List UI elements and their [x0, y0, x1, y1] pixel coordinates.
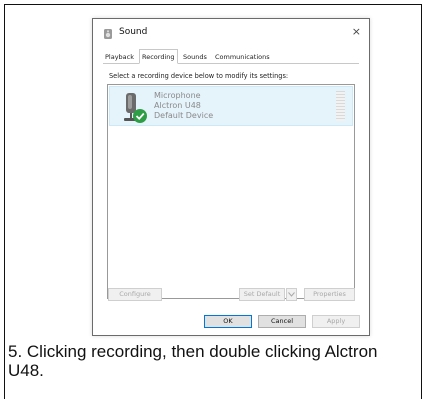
tab-strip: Playback Recording Sounds Communications [103, 49, 359, 64]
tab-playback[interactable]: Playback [103, 51, 136, 63]
properties-button[interactable]: Properties [304, 288, 355, 301]
title-bar[interactable]: Sound × [93, 19, 369, 49]
device-list[interactable]: Microphone Alctron U48 Default Device [107, 84, 355, 299]
sound-dialog: Sound × Playback Recording Sounds Commun… [92, 18, 370, 336]
set-default-button[interactable]: Set Default [239, 288, 285, 301]
apply-button[interactable]: Apply [312, 315, 360, 328]
tab-sounds[interactable]: Sounds [181, 51, 209, 63]
speaker-icon [104, 29, 112, 39]
set-default-dropdown[interactable] [286, 288, 297, 301]
tab-recording[interactable]: Recording [139, 49, 178, 64]
step-caption: 5. Clicking recording, then double click… [8, 342, 378, 380]
ok-button[interactable]: OK [204, 315, 252, 328]
instruction-text: Select a recording device below to modif… [109, 72, 289, 80]
window-title: Sound [119, 27, 148, 37]
level-meter [336, 91, 345, 121]
check-badge-icon [133, 109, 147, 123]
device-row-alctron-u48[interactable]: Microphone Alctron U48 Default Device [109, 86, 353, 126]
device-info: Microphone Alctron U48 Default Device [154, 91, 213, 121]
configure-button[interactable]: Configure [108, 288, 162, 301]
chevron-down-icon [288, 292, 295, 297]
close-icon[interactable]: × [352, 26, 361, 37]
device-model: Alctron U48 [154, 101, 201, 110]
microphone-icon [124, 93, 147, 123]
device-status: Default Device [154, 111, 214, 120]
device-name: Microphone [154, 91, 201, 100]
cancel-button[interactable]: Cancel [258, 315, 306, 328]
tab-communications[interactable]: Communications [213, 51, 272, 63]
